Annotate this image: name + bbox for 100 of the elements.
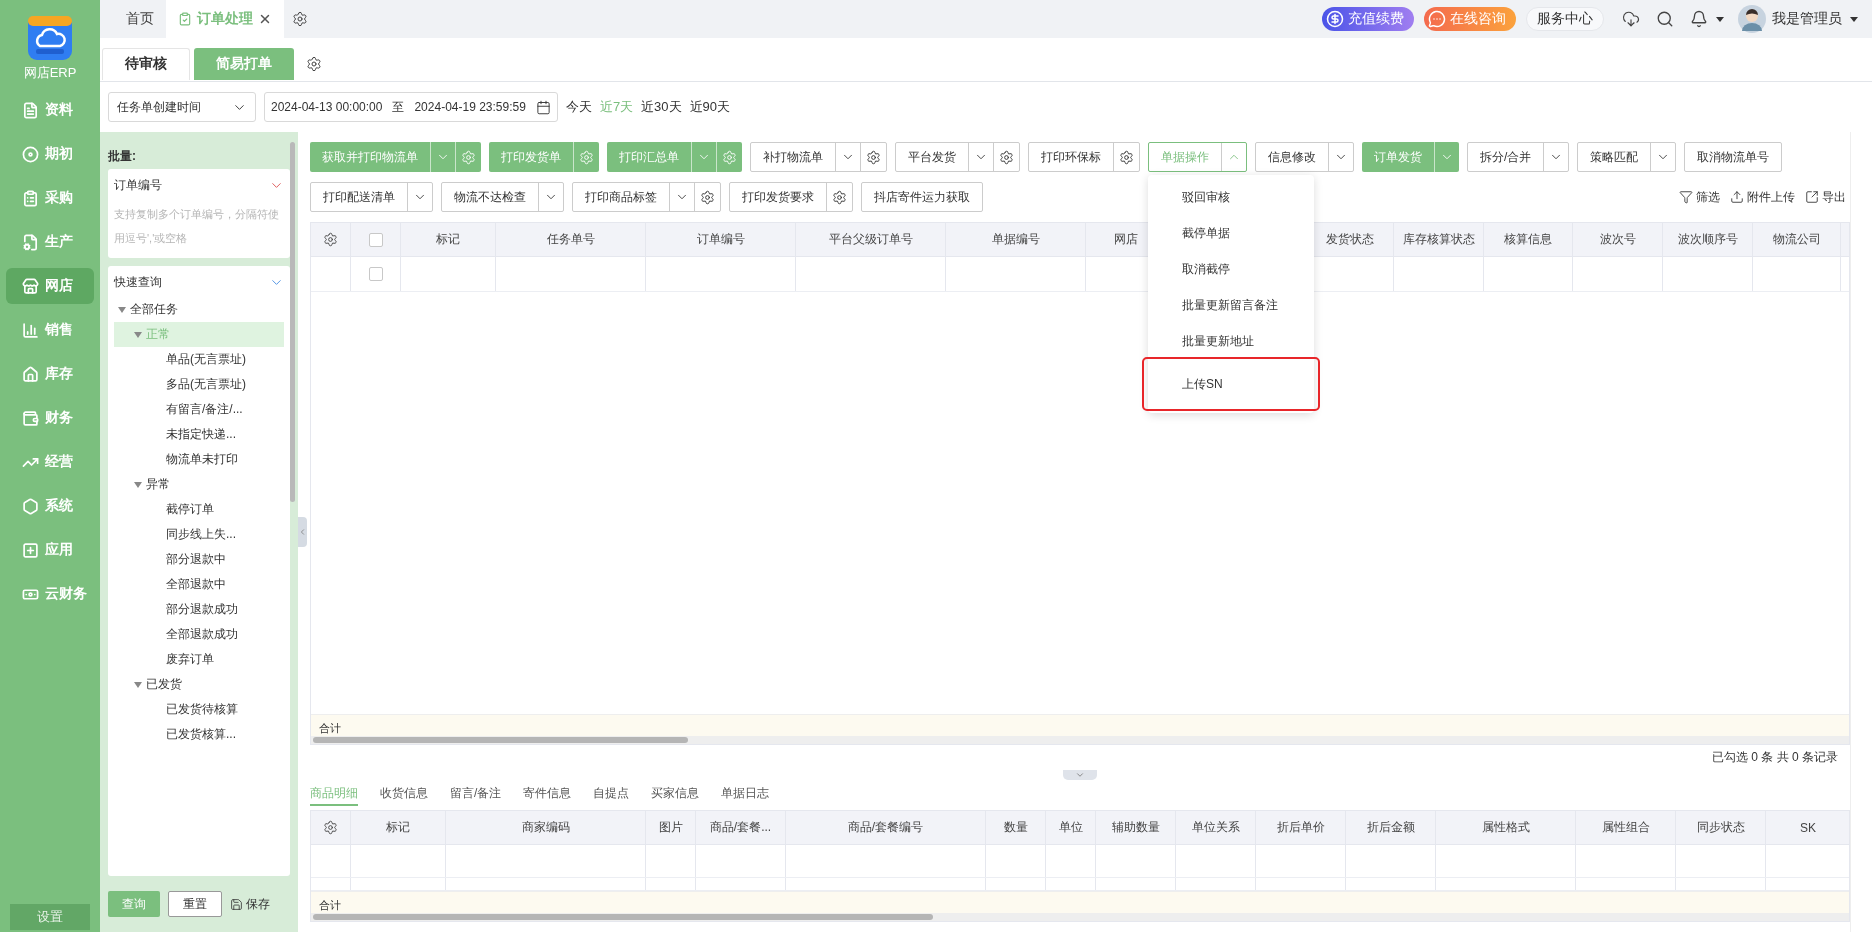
tree-item[interactable]: 全部退款成功 <box>114 622 284 647</box>
settings-icon <box>461 149 476 165</box>
column-header: 任务单号 <box>546 231 595 248</box>
toolbar-button[interactable]: 打印商品标签 <box>572 182 721 212</box>
settings-icon <box>866 149 881 165</box>
save-icon <box>230 897 243 911</box>
tree-item[interactable]: 部分退款成功 <box>114 597 284 622</box>
toolbar-button[interactable]: 取消物流单号 <box>1684 142 1783 172</box>
detail-tab[interactable]: 留言/备注 <box>450 782 502 806</box>
settings-icon[interactable] <box>306 55 322 72</box>
detail-tab[interactable]: 单据日志 <box>721 782 770 806</box>
tree-item[interactable]: 未指定快递... <box>114 422 284 447</box>
tree-item[interactable]: 物流单未打印 <box>114 447 284 472</box>
upload-icon <box>1730 190 1744 204</box>
menu-item[interactable]: 驳回审核 <box>1148 179 1314 215</box>
bell-icon[interactable] <box>1690 10 1708 28</box>
header-button[interactable]: 充值续费 <box>1322 7 1414 31</box>
column-header: 波次号 <box>1599 231 1636 248</box>
tree-item[interactable]: 截停订单 <box>114 497 284 522</box>
settings-icon[interactable] <box>323 820 338 835</box>
detail-tab[interactable]: 收货信息 <box>380 782 428 806</box>
tree-item[interactable]: 有留言/备注/... <box>114 397 284 422</box>
column-header: SK <box>1800 820 1816 835</box>
caret-icon <box>134 481 142 488</box>
toolbar-button[interactable]: 打印环保标 <box>1028 142 1140 172</box>
column-header: 网店 <box>1113 231 1138 248</box>
menu-item[interactable]: 取消截停 <box>1148 251 1314 287</box>
date-range-link[interactable]: 近30天 <box>641 98 682 116</box>
scrollbar-thumb[interactable] <box>313 914 933 920</box>
range-separator: 至 <box>392 98 405 116</box>
toolbar-button[interactable]: 策略匹配 <box>1577 142 1677 172</box>
wallet-icon <box>22 409 39 427</box>
clipboard-icon <box>178 12 192 26</box>
header-button[interactable]: 服务中心 <box>1526 7 1604 31</box>
column-header: 波次顺序号 <box>1677 231 1738 248</box>
logo-icon <box>28 16 72 60</box>
search-icon[interactable] <box>1656 10 1674 28</box>
tree-item[interactable]: 同步线上失... <box>114 522 284 547</box>
checkbox[interactable] <box>368 232 383 247</box>
toolbar-button[interactable]: 拆分/合并 <box>1467 142 1570 172</box>
tree-item[interactable]: 全部任务 <box>114 297 284 322</box>
close-icon[interactable] <box>258 12 272 26</box>
user-name[interactable]: 我是管理员 <box>1772 10 1842 28</box>
column-header: 同步状态 <box>1696 819 1745 836</box>
tree-item[interactable]: 全部退款中 <box>114 572 284 597</box>
collapse-handle[interactable] <box>298 517 307 547</box>
menu-item[interactable]: 上传SN <box>1144 359 1318 409</box>
date-range-field[interactable]: 2024-04-13 00:00:00 至 2024-04-19 23:59:59 <box>264 92 558 122</box>
menu-item[interactable]: 批量更新地址 <box>1148 323 1314 359</box>
app-name: 网店ERP <box>23 64 77 82</box>
menu-item[interactable]: 截停单据 <box>1148 215 1314 251</box>
cloud-download-icon[interactable] <box>1622 10 1640 28</box>
coin-icon <box>1326 10 1344 28</box>
detail-tab[interactable]: 自提点 <box>593 782 630 806</box>
settings-icon[interactable] <box>323 232 338 247</box>
detail-tab[interactable]: 寄件信息 <box>523 782 572 806</box>
tree-item[interactable]: 已发货 <box>114 672 284 697</box>
toolbar-button[interactable]: 抖店寄件运力获取 <box>861 182 983 212</box>
batch-field-select[interactable]: 订单编号 <box>114 177 162 194</box>
toolbar-button[interactable]: 物流不达检查 <box>441 182 564 212</box>
reset-button[interactable]: 重置 <box>168 891 222 917</box>
avatar[interactable] <box>1738 5 1766 33</box>
detail-tab[interactable]: 买家信息 <box>651 782 700 806</box>
date-range-link[interactable]: 今天 <box>565 98 592 116</box>
toolbar-button[interactable]: 打印发货要求 <box>729 182 853 212</box>
tree-item[interactable]: 已发货待核算 <box>114 697 284 722</box>
checkbox[interactable] <box>368 267 383 281</box>
page-tab[interactable]: 首页 <box>114 0 166 38</box>
column-header: 发货状态 <box>1325 231 1374 248</box>
column-header: 商家编码 <box>521 819 570 836</box>
tree-item[interactable]: 废弃订单 <box>114 647 284 672</box>
caret-icon <box>134 681 142 688</box>
tree-item[interactable]: 部分退款中 <box>114 547 284 572</box>
toolbar-button[interactable]: 平台发货 <box>895 142 1020 172</box>
collapse-handle[interactable] <box>1063 770 1097 780</box>
toolbar-button[interactable]: 补打物流单 <box>750 142 887 172</box>
toolbar-button[interactable]: 打印配送清单 <box>310 182 433 212</box>
end-date: 2024-04-19 23:59:59 <box>414 100 526 114</box>
file-gear-icon <box>22 233 39 251</box>
scrollbar-thumb[interactable] <box>313 737 688 743</box>
scrollbar-thumb[interactable] <box>290 142 295 502</box>
settings-icon[interactable] <box>292 11 308 27</box>
record-summary: 已勾选 0 条 共 0 条记录 <box>1711 749 1838 766</box>
menu-item[interactable]: 批量更新留言备注 <box>1148 287 1314 323</box>
disc-icon <box>22 145 39 163</box>
tree-item[interactable]: 已发货核算... <box>114 722 284 747</box>
column-header: 商品/套餐... <box>709 819 772 836</box>
table-tool-link[interactable]: 导出 <box>1805 188 1846 206</box>
column-header: 标记 <box>436 231 460 248</box>
date-range-link[interactable]: 近90天 <box>689 98 731 116</box>
table-tool-link[interactable]: 筛选 <box>1679 188 1720 206</box>
sub-tab[interactable]: 待审核 <box>102 47 190 80</box>
column-header: 标记 <box>386 819 410 836</box>
toolbar-button[interactable]: 信息修改 <box>1255 142 1354 172</box>
tree-item[interactable]: 异常 <box>114 472 284 497</box>
date-field-select[interactable]: 任务单创建时间 <box>108 92 256 122</box>
tree-item[interactable]: 多品(无言票址) <box>114 372 284 397</box>
tree-item[interactable]: 单品(无言票址) <box>114 347 284 372</box>
table-tool-link[interactable]: 附件上传 <box>1730 188 1795 206</box>
save-button[interactable]: 保存 <box>230 895 270 913</box>
